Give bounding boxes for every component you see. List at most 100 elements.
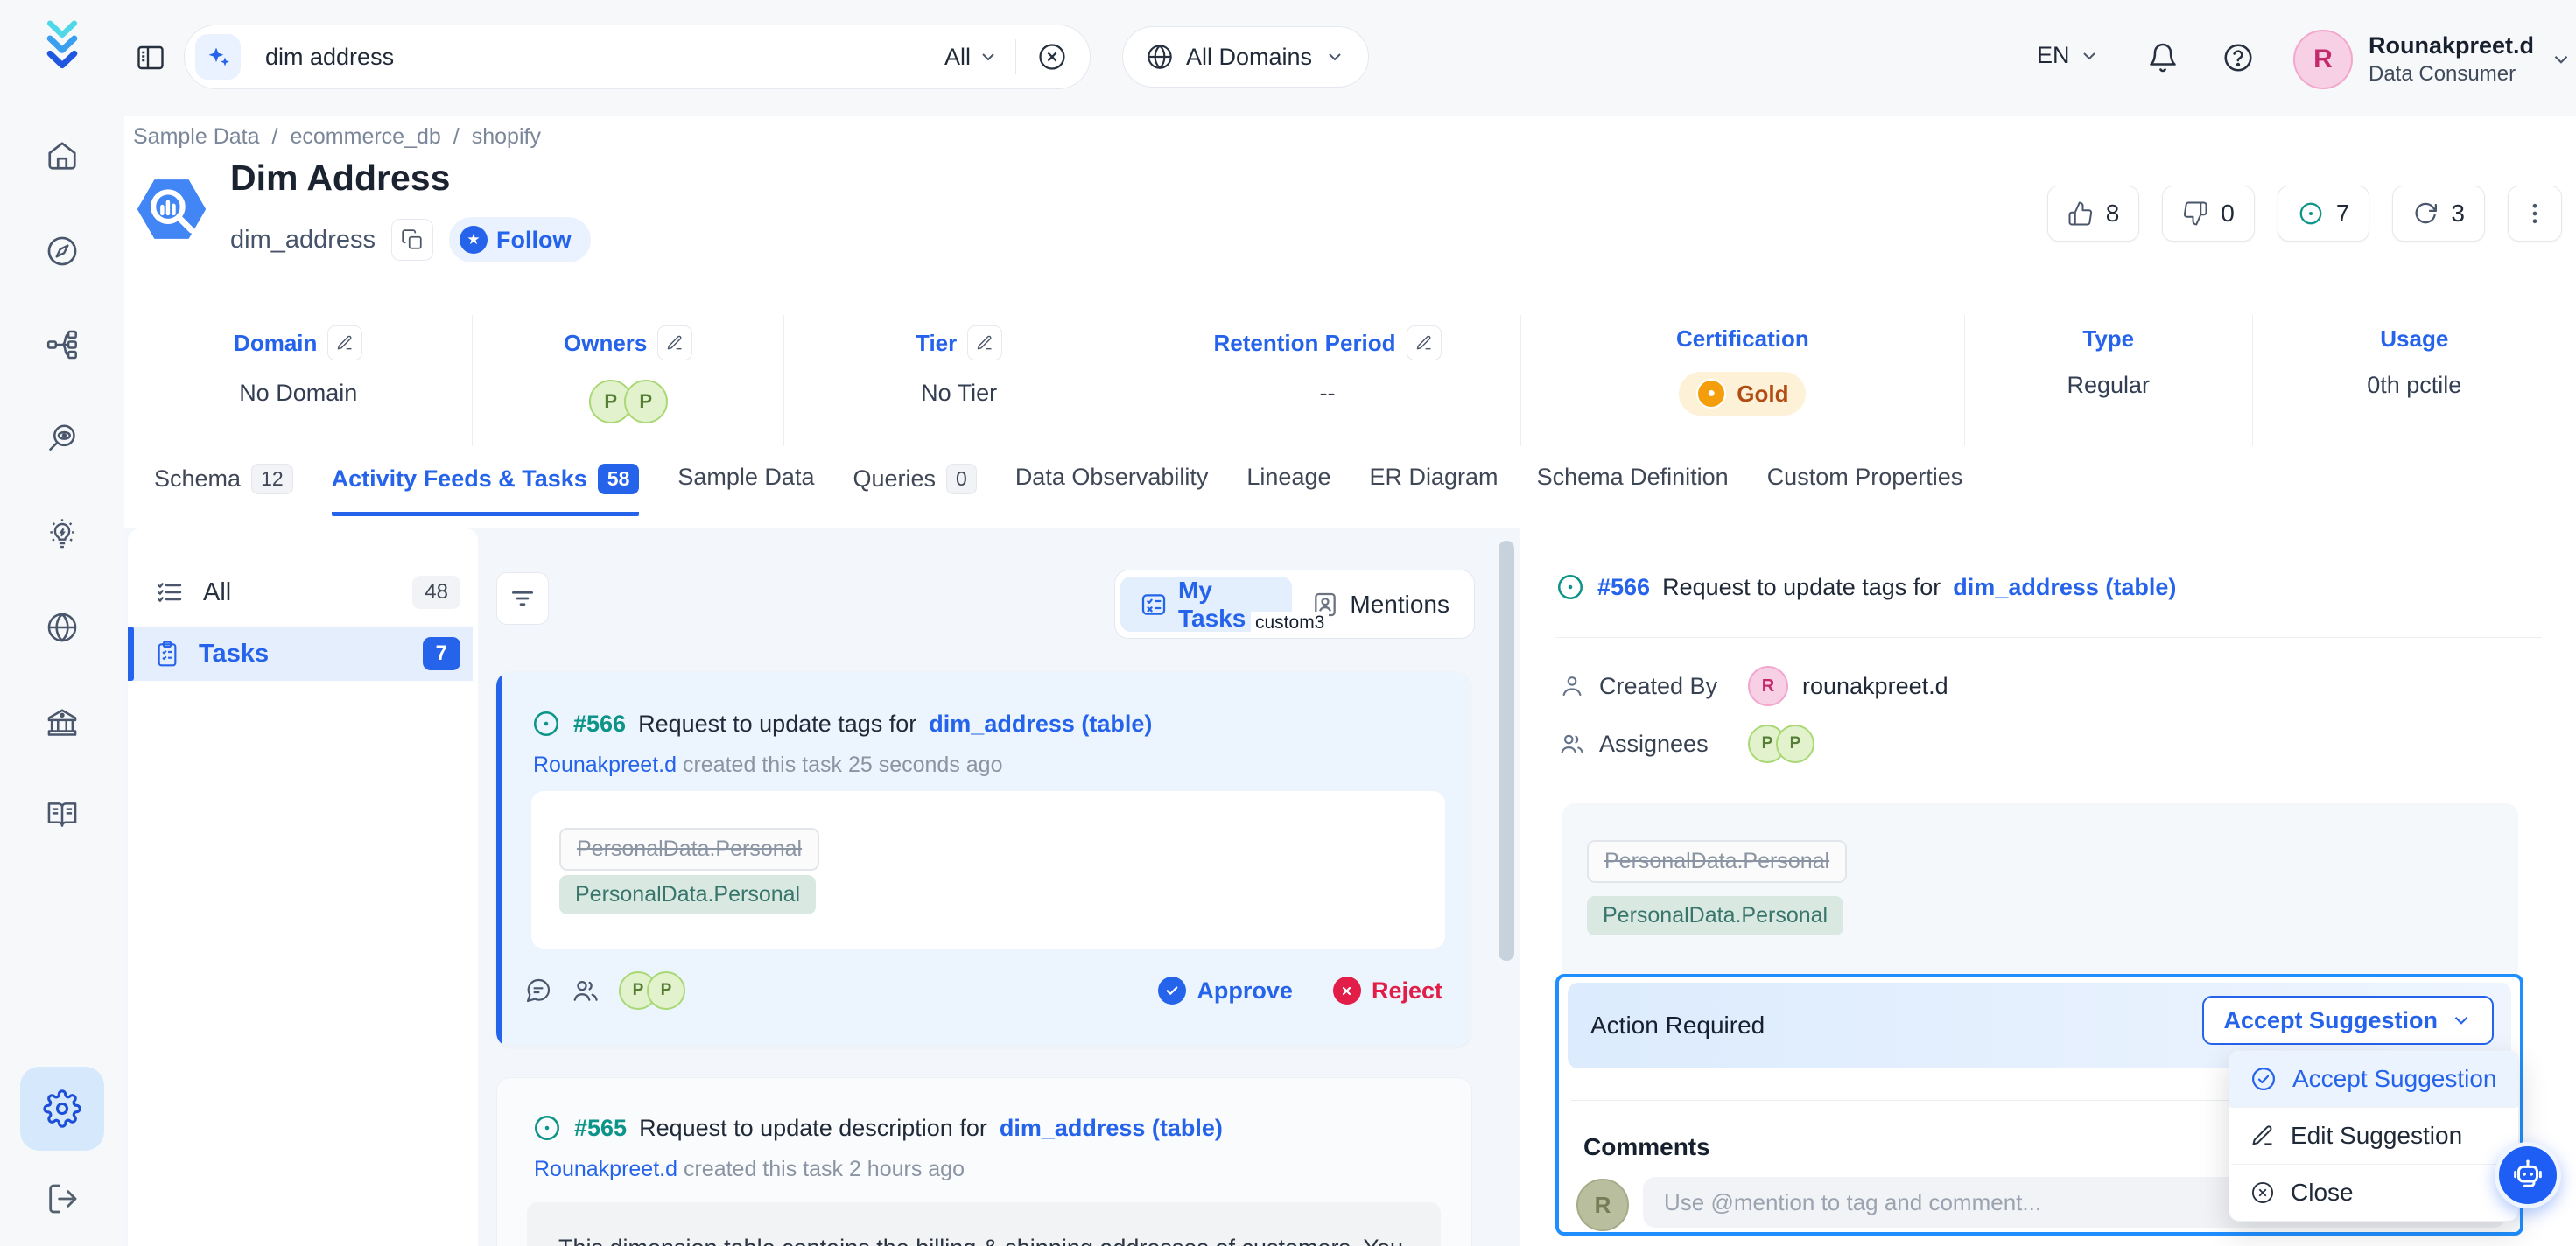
ai-sparkles-icon[interactable] [195,34,241,80]
tab-sample-data[interactable]: Sample Data [677,464,814,508]
clear-search-icon[interactable] [1037,42,1067,72]
edit-pencil-icon[interactable] [657,326,692,360]
tab-data-observability[interactable]: Data Observability [1015,464,1209,508]
comments-label: Comments [1583,1133,1710,1161]
task-status-icon [532,1113,562,1143]
detail-target-link[interactable]: dim_address (table) [1953,574,2176,601]
watchers-button[interactable]: 7 [2278,186,2370,242]
logout-icon[interactable] [43,1180,81,1218]
tab-activity-feeds-tasks[interactable]: Activity Feeds & Tasks58 [332,464,640,516]
globe-icon[interactable] [43,608,81,647]
more-actions-button[interactable] [2508,186,2562,242]
task-target-link[interactable]: dim_address (table) [1000,1115,1223,1142]
nav-all-count: 48 [412,576,460,609]
help-icon[interactable] [2222,42,2254,74]
user-menu[interactable]: R Rounakpreet.d Data Consumer [2293,30,2572,89]
accept-suggestion-dropdown-button[interactable]: Accept Suggestion [2202,996,2494,1045]
domain-value: No Domain [239,380,357,407]
comment-avatar: R [1576,1179,1629,1231]
tier-label-link[interactable]: Tier [916,326,1002,360]
app-logo[interactable] [34,18,90,74]
tab-lineage[interactable]: Lineage [1246,464,1330,508]
metadata-usage: Usage 0th pctile [2252,315,2576,446]
tab-count: 58 [598,464,640,494]
owners-label-link[interactable]: Owners [564,326,692,360]
dislike-button[interactable]: 0 [2162,186,2255,242]
like-button[interactable]: 8 [2047,186,2140,242]
robot-icon [2509,1157,2546,1194]
usage-label-link[interactable]: Usage [2380,326,2448,353]
breadcrumb-database[interactable]: ecommerce_db [290,124,440,150]
comment-icon[interactable] [524,976,552,1004]
profiling-search-icon[interactable] [43,419,81,458]
compass-discover-icon[interactable] [43,232,81,270]
tab-queries[interactable]: Queries0 [853,464,976,512]
copy-icon[interactable] [391,219,433,261]
all-domains-button[interactable]: All Domains [1122,26,1369,88]
edit-pencil-icon[interactable] [327,326,362,360]
thumbs-down-icon [2182,200,2208,227]
task-card-566[interactable]: #566 Request to update tags for dim_addr… [496,672,1470,1046]
governance-bank-icon[interactable] [43,704,81,742]
insights-bulb-icon[interactable] [43,514,81,553]
kebab-menu-icon [2522,200,2548,227]
metadata-type: Type Regular [1964,315,2252,446]
creator-name[interactable]: rounakpreet.d [1802,673,1948,700]
task-action-text: Request to update tags for [638,710,916,738]
dislike-count: 0 [2221,200,2235,228]
description-preview: This dimension table contains the billin… [527,1202,1441,1246]
follow-star-icon: ★ [460,226,488,254]
task-status-icon [531,709,561,738]
edit-pencil-icon[interactable] [1407,326,1442,360]
approve-button[interactable]: Approve [1158,976,1293,1004]
retention-label-link[interactable]: Retention Period [1214,326,1442,360]
menu-item-close[interactable]: Close [2229,1165,2518,1221]
metadata-owners: Owners P P [472,315,783,446]
type-value: Regular [2067,372,2151,399]
filter-button[interactable] [496,572,549,625]
removed-tag: PersonalData.Personal [559,828,819,871]
menu-item-edit-suggestion[interactable]: Edit Suggestion [2229,1108,2518,1164]
language-selector[interactable]: EN [2037,42,2100,69]
search-input[interactable] [263,43,827,72]
sidebar-toggle-icon[interactable] [135,42,166,74]
task-author-link[interactable]: Rounakpreet.d [533,752,677,777]
assignees-label: Assignees [1599,731,1709,758]
home-icon[interactable] [43,136,81,175]
chatbot-fab[interactable] [2495,1142,2561,1208]
task-author-link[interactable]: Rounakpreet.d [534,1157,677,1181]
feed-scrollbar[interactable] [1499,541,1514,961]
task-card-565[interactable]: #565 Request to update description for d… [496,1077,1472,1246]
global-search[interactable]: All [184,24,1091,89]
reject-button[interactable]: Reject [1333,976,1442,1004]
tab-custom-properties[interactable]: Custom Properties [1767,464,1963,508]
follow-label: Follow [496,227,571,254]
refresh-count: 3 [2451,200,2465,228]
nav-item-tasks[interactable]: Tasks 7 [128,626,473,681]
notifications-bell-icon[interactable] [2147,42,2179,74]
search-divider [1015,39,1016,74]
nav-tasks-count: 7 [423,637,460,670]
type-label-link[interactable]: Type [2082,326,2134,353]
globe-icon [1146,43,1174,71]
certification-label-link[interactable]: Certification [1676,326,1809,353]
domain-label-link[interactable]: Domain [234,326,362,360]
menu-item-accept-suggestion[interactable]: Accept Suggestion [2229,1051,2518,1107]
tab-schema-definition[interactable]: Schema Definition [1537,464,1729,508]
refresh-button[interactable]: 3 [2392,186,2485,242]
edit-pencil-icon[interactable] [967,326,1002,360]
nav-item-all[interactable]: All 48 [131,565,473,620]
task-target-link[interactable]: dim_address (table) [929,710,1152,738]
settings-gear-icon[interactable] [20,1067,104,1151]
removed-tag: PersonalData.Personal [1587,840,1847,883]
tab-er-diagram[interactable]: ER Diagram [1370,464,1499,508]
tab-schema[interactable]: Schema12 [154,464,293,512]
hierarchy-icon[interactable] [43,326,81,364]
search-scope-dropdown[interactable]: All [944,44,999,71]
glossary-book-icon[interactable] [43,795,81,834]
assignees-people-icon[interactable] [572,976,600,1004]
breadcrumb-connection[interactable]: Sample Data [133,124,260,150]
follow-button[interactable]: ★ Follow [449,217,590,262]
breadcrumb-schema[interactable]: shopify [472,124,541,150]
detail-task-id[interactable]: #566 [1597,574,1650,601]
